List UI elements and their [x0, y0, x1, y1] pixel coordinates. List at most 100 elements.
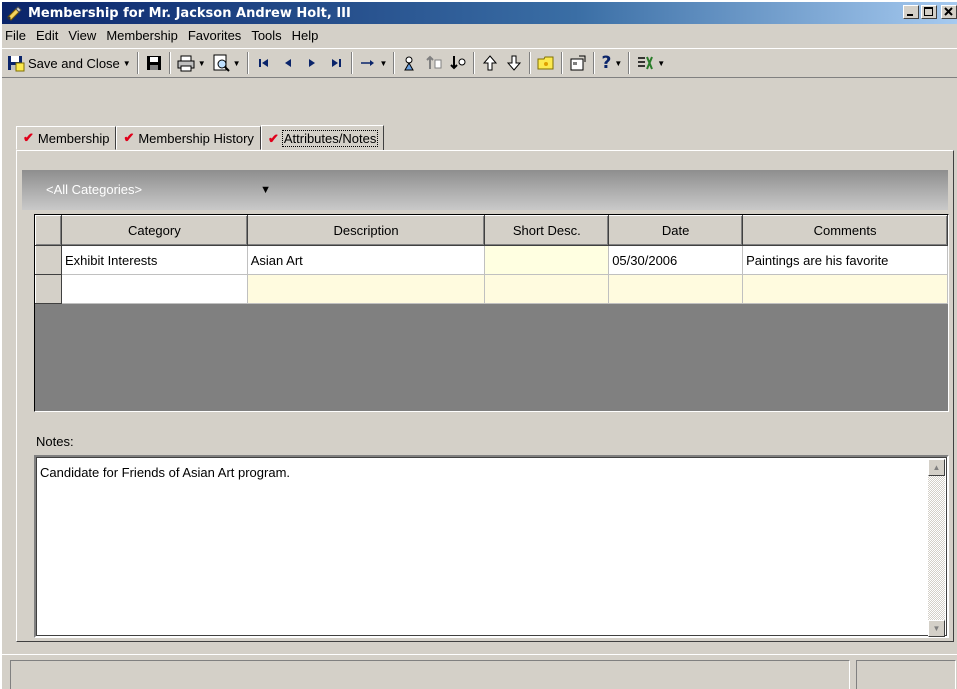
column-header-comments[interactable]: Comments	[742, 215, 948, 246]
maximize-button[interactable]	[921, 5, 937, 19]
save-and-close-button[interactable]: Save and Close ▼	[4, 51, 134, 75]
first-record-button[interactable]	[252, 51, 276, 75]
toolbar-separator	[168, 52, 171, 74]
table-row[interactable]	[35, 274, 948, 304]
tab-membership[interactable]: ✔ Membership	[16, 126, 117, 150]
cell-date[interactable]: 05/30/2006	[608, 245, 744, 275]
scroll-down-button[interactable]: ▼	[928, 620, 945, 637]
move-up-icon	[483, 55, 498, 71]
folder-button[interactable]	[534, 51, 558, 75]
status-panel-secondary	[856, 660, 956, 689]
move-down-button[interactable]	[502, 51, 526, 75]
chevron-down-icon[interactable]: ▼	[198, 59, 206, 68]
table-row[interactable]: Exhibit Interests Asian Art 05/30/2006 P…	[35, 245, 948, 275]
tab-label: Membership History	[138, 130, 254, 146]
previous-record-button[interactable]	[276, 51, 300, 75]
category-filter-dropdown[interactable]: <All Categories> ▼	[46, 182, 271, 197]
cell-category[interactable]: Exhibit Interests	[60, 245, 248, 275]
cell-short-desc[interactable]	[484, 245, 610, 275]
go-to-button[interactable]: ▼	[356, 51, 391, 75]
row-header[interactable]	[35, 274, 62, 304]
minimize-button[interactable]	[903, 5, 919, 19]
menu-file[interactable]: File	[2, 28, 31, 43]
import-icon	[426, 55, 442, 69]
toolbar-separator	[350, 52, 353, 74]
cell-description[interactable]	[246, 274, 486, 304]
export-button[interactable]	[446, 51, 470, 75]
chevron-down-icon[interactable]: ▼	[614, 59, 622, 68]
toolbar-separator	[136, 52, 139, 74]
tools-button[interactable]: ▼	[633, 51, 668, 75]
next-record-button[interactable]	[300, 51, 324, 75]
status-bar	[2, 654, 957, 689]
row-header[interactable]	[35, 245, 62, 275]
chevron-down-icon[interactable]: ▼	[657, 59, 665, 68]
cell-date[interactable]	[608, 274, 744, 304]
last-record-button[interactable]	[324, 51, 348, 75]
scroll-up-button[interactable]: ▲	[928, 459, 945, 476]
toolbar-separator	[393, 52, 396, 74]
scroll-up-icon: ▲	[932, 463, 941, 472]
status-panel-main	[10, 660, 850, 689]
tab-strip: ✔ Membership ✔ Membership History ✔ Attr…	[16, 125, 385, 151]
menu-view[interactable]: View	[63, 28, 101, 43]
cell-comments[interactable]: Paintings are his favorite	[742, 245, 948, 275]
tools-icon	[638, 56, 654, 70]
column-header-category[interactable]: Category	[60, 215, 248, 246]
properties-button[interactable]	[566, 51, 590, 75]
category-filter-value: <All Categories>	[46, 182, 143, 197]
cell-category[interactable]	[60, 274, 248, 304]
title-bar[interactable]: Membership for Mr. Jackson Andrew Holt, …	[2, 2, 957, 24]
notes-textarea[interactable]: Candidate for Friends of Asian Art progr…	[34, 455, 949, 638]
save-button[interactable]	[142, 51, 166, 75]
chevron-down-icon[interactable]: ▼	[380, 59, 388, 68]
attributes-grid[interactable]: Category Description Short Desc. Date Co…	[34, 214, 949, 412]
print-preview-button[interactable]: ▼	[209, 51, 244, 75]
print-button[interactable]: ▼	[174, 51, 209, 75]
column-header-description[interactable]: Description	[246, 215, 486, 246]
category-filter-bar: <All Categories> ▼	[22, 170, 948, 210]
toolbar: Save and Close ▼ ▼ ▼ ▼ ? ▼ ▼	[2, 48, 957, 78]
window-title: Membership for Mr. Jackson Andrew Holt, …	[28, 5, 351, 21]
checkmark-icon: ✔	[23, 130, 34, 145]
menu-favorites[interactable]: Favorites	[183, 28, 246, 43]
help-button[interactable]: ? ▼	[598, 51, 625, 75]
move-up-button[interactable]	[478, 51, 502, 75]
chevron-down-icon[interactable]: ▼	[260, 184, 271, 196]
toolbar-separator	[473, 52, 476, 74]
cell-short-desc[interactable]	[484, 274, 610, 304]
tab-membership-history[interactable]: ✔ Membership History	[116, 126, 261, 150]
close-icon	[944, 7, 953, 16]
last-record-icon	[331, 59, 341, 67]
go-to-icon	[360, 60, 374, 66]
query-button[interactable]	[398, 51, 422, 75]
notes-text: Candidate for Friends of Asian Art progr…	[40, 465, 291, 480]
menu-membership[interactable]: Membership	[101, 28, 183, 43]
cell-comments[interactable]	[742, 274, 948, 304]
print-icon	[177, 55, 195, 72]
properties-icon	[570, 55, 586, 71]
toolbar-separator	[561, 52, 564, 74]
save-close-icon	[8, 56, 25, 72]
cell-description[interactable]: Asian Art	[246, 245, 486, 275]
tab-attributes-notes[interactable]: ✔ Attributes/Notes	[260, 125, 385, 151]
import-button[interactable]	[422, 51, 446, 75]
tab-label: Membership	[37, 130, 110, 146]
save-icon	[146, 56, 161, 70]
menu-help[interactable]: Help	[287, 28, 324, 43]
save-and-close-label: Save and Close	[28, 55, 120, 71]
column-header-short-desc[interactable]: Short Desc.	[484, 215, 610, 246]
menu-tools[interactable]: Tools	[246, 28, 286, 43]
query-icon	[404, 56, 415, 71]
membership-app-icon	[7, 6, 22, 21]
column-header-date[interactable]: Date	[608, 215, 744, 246]
chevron-down-icon[interactable]: ▼	[233, 59, 241, 68]
membership-window: Membership for Mr. Jackson Andrew Holt, …	[0, 0, 957, 689]
checkmark-icon: ✔	[267, 130, 279, 146]
toolbar-separator	[246, 52, 249, 74]
notes-scrollbar[interactable]: ▲ ▼	[928, 459, 945, 637]
move-down-icon	[507, 55, 522, 71]
chevron-down-icon[interactable]: ▼	[123, 59, 131, 68]
close-button[interactable]	[941, 5, 957, 19]
menu-edit[interactable]: Edit	[31, 28, 63, 43]
